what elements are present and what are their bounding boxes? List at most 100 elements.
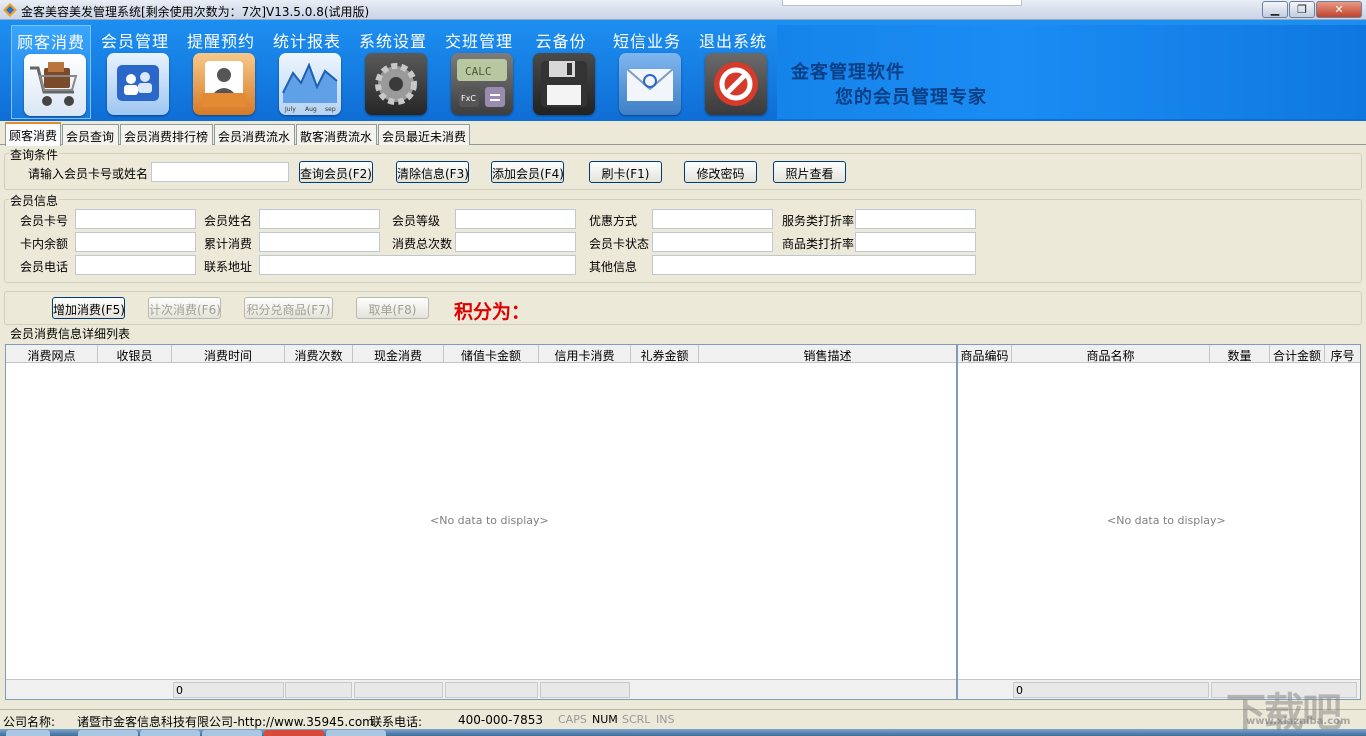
discount-mode-field[interactable]: [652, 209, 773, 229]
column-header[interactable]: 消费网点: [6, 345, 98, 363]
points-label: 积分为：: [454, 301, 531, 323]
toolbar-member-management[interactable]: 会员管理: [95, 25, 175, 119]
photo-view-button[interactable]: 照片查看: [773, 161, 846, 183]
toolbar-label: 短信业务: [612, 32, 681, 51]
column-header[interactable]: 销售描述: [699, 345, 956, 363]
total-times-field[interactable]: [455, 232, 576, 252]
column-header[interactable]: 消费时间: [172, 345, 285, 363]
tab-customer-consumption[interactable]: 顾客消费: [5, 122, 61, 146]
add-consumption-button[interactable]: 增加消费(F5): [52, 297, 125, 319]
column-header[interactable]: 礼券金额: [631, 345, 699, 363]
goods-rate-label: 商品类打折率: [782, 237, 855, 251]
members-icon: [107, 53, 169, 115]
column-header[interactable]: 消费次数: [285, 345, 353, 363]
chart-icon: July Aug sep: [279, 53, 341, 115]
appointment-icon: [193, 53, 255, 115]
goods-detail-grid[interactable]: 商品编码 商品名称 数量 合计金额 序号 <No data to display…: [957, 344, 1361, 700]
consumption-detail-grid[interactable]: 消费网点 收银员 消费时间 消费次数 现金消费 储值卡金额 信用卡消费 礼券金额…: [5, 344, 957, 700]
member-level-field[interactable]: [455, 209, 576, 229]
toolbar-shift-management[interactable]: 交班管理 CALC FxC: [439, 25, 519, 119]
column-header[interactable]: 商品编码: [958, 345, 1012, 363]
service-rate-field[interactable]: [855, 209, 976, 229]
calc-display-text: CALC: [465, 65, 492, 78]
close-icon: ✕: [1334, 3, 1344, 16]
swipe-card-button[interactable]: 刷卡(F1): [589, 161, 662, 183]
card-no-label: 会员卡号: [20, 214, 69, 228]
other-info-label: 其他信息: [589, 260, 638, 274]
card-no-field[interactable]: [75, 209, 196, 229]
toolbar-cloud-backup[interactable]: 云备份: [521, 25, 601, 119]
clear-info-button[interactable]: 清除信息(F3): [396, 161, 469, 183]
title-bar-overlay: [782, 0, 1022, 6]
column-header[interactable]: 收银员: [98, 345, 172, 363]
close-button[interactable]: ✕: [1316, 1, 1362, 18]
other-info-field[interactable]: [652, 255, 976, 275]
restore-icon: ❐: [1297, 3, 1307, 16]
toolbar-system-settings[interactable]: 系统设置: [353, 25, 433, 119]
address-field[interactable]: [259, 255, 576, 275]
grid-footer: 0: [6, 679, 956, 699]
goods-rate-field[interactable]: [855, 232, 976, 252]
query-group-title: 查询条件: [9, 146, 60, 163]
tab-member-ranking[interactable]: 会员消费排行榜: [120, 124, 213, 145]
add-member-button[interactable]: 添加会员(F4): [491, 161, 564, 183]
toolbar-label: 会员管理: [100, 32, 169, 51]
card-status-label: 会员卡状态: [589, 237, 650, 251]
column-header[interactable]: 合计金额: [1270, 345, 1325, 363]
toolbar-label: 云备份: [535, 32, 587, 51]
phone-label-status: 联系电话:: [370, 715, 423, 729]
maximize-button[interactable]: ❐: [1289, 1, 1315, 18]
member-name-field[interactable]: [259, 209, 380, 229]
toolbar-customer-consumption[interactable]: 顾客消费: [11, 25, 91, 119]
window-title: 金客美容美发管理系统[剩余使用次数为：7次]V13.5.0.8(试用版): [21, 5, 370, 19]
minimize-button[interactable]: ▁: [1262, 1, 1288, 18]
total-spent-field[interactable]: [259, 232, 380, 252]
column-header[interactable]: 商品名称: [1012, 345, 1210, 363]
toolbar-exit-system[interactable]: 退出系统: [693, 25, 773, 119]
change-password-button[interactable]: 修改密码: [684, 161, 757, 183]
watermark-url: www.xiazaiba.com: [1246, 716, 1351, 727]
toolbar-statistics-report[interactable]: 统计报表 July Aug sep: [267, 25, 347, 119]
count-consumption-button[interactable]: 计次消费(F6): [148, 297, 221, 319]
start-button[interactable]: [6, 730, 50, 736]
tab-member-inactive[interactable]: 会员最近未消费: [378, 124, 470, 145]
query-prompt-label: 请输入会员卡号或姓名: [28, 167, 149, 181]
toolbar-label: 退出系统: [698, 32, 767, 51]
query-member-button[interactable]: 查询会员(F2): [299, 161, 373, 183]
floppy-disk-icon: [533, 53, 595, 115]
take-order-button[interactable]: 取单(F8): [356, 297, 429, 319]
footer-total: 0: [1013, 682, 1209, 698]
footer-total: 0: [173, 682, 284, 698]
footer-cell: [354, 682, 443, 698]
taskbar-item[interactable]: [264, 730, 324, 736]
taskbar-item[interactable]: [78, 730, 138, 736]
chart-month-label: July: [284, 106, 296, 113]
os-taskbar: [0, 729, 1366, 736]
column-header[interactable]: 数量: [1210, 345, 1270, 363]
footer-cell: [540, 682, 630, 698]
column-header[interactable]: 储值卡金额: [444, 345, 539, 363]
envelope-icon: [619, 53, 681, 115]
column-header[interactable]: 序号: [1325, 345, 1360, 363]
tab-member-query[interactable]: 会员查询: [62, 124, 119, 145]
detail-list-title: 会员消费信息详细列表: [10, 327, 131, 341]
phone-field[interactable]: [75, 255, 196, 275]
brand-slogan: 您的会员管理专家: [835, 87, 987, 108]
column-header[interactable]: 现金消费: [353, 345, 444, 363]
balance-field[interactable]: [75, 232, 196, 252]
taskbar-item[interactable]: [140, 730, 200, 736]
column-header[interactable]: 信用卡消费: [539, 345, 631, 363]
discount-mode-label: 优惠方式: [589, 214, 638, 228]
toolbar-sms-service[interactable]: 短信业务: [607, 25, 687, 119]
member-search-input[interactable]: [151, 162, 289, 182]
taskbar-item[interactable]: [326, 730, 386, 736]
taskbar-item[interactable]: [202, 730, 262, 736]
brand-banner: 金客管理软件 您的会员管理专家: [777, 25, 1366, 119]
toolbar-label: 系统设置: [358, 32, 427, 51]
card-status-field[interactable]: [652, 232, 773, 252]
points-exchange-button[interactable]: 积分兑商品(F7): [244, 297, 333, 319]
tab-walkin-flow[interactable]: 散客消费流水: [296, 124, 377, 145]
scroll-indicator: SCRL: [622, 713, 651, 726]
toolbar-reminder-appointment[interactable]: 提醒预约: [181, 25, 261, 119]
tab-member-flow[interactable]: 会员消费流水: [214, 124, 295, 145]
